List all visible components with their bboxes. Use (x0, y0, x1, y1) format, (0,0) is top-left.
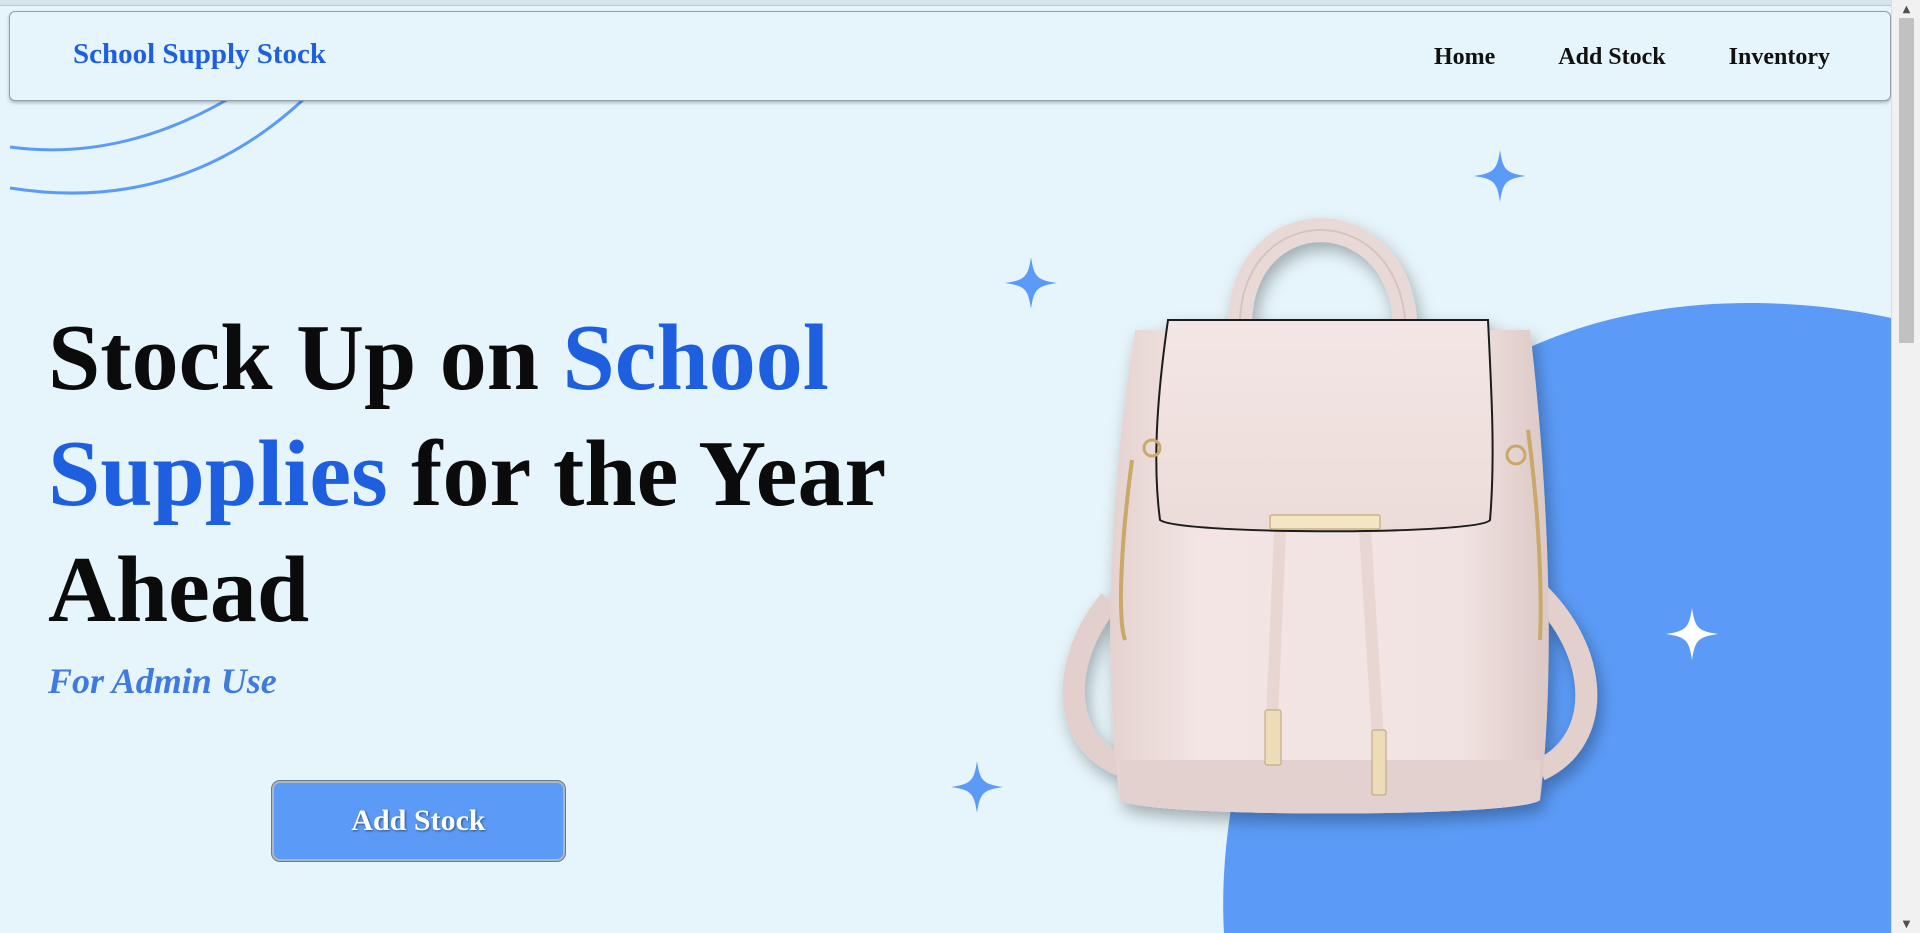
sparkle-icon (1474, 150, 1526, 202)
backpack-image (1062, 218, 1598, 814)
hero-subtitle: For Admin Use (48, 661, 277, 701)
nav-inventory-link[interactable]: Inventory (1729, 44, 1830, 71)
brand-logo-link[interactable]: School Supply Stock (73, 38, 326, 71)
navbar: School Supply Stock Home Add Stock Inven… (9, 11, 1891, 101)
nav-add-stock-link[interactable]: Add Stock (1558, 44, 1665, 71)
nav-links: Home Add Stock Inventory (1434, 44, 1830, 71)
page: School Supply Stock Home Add Stock Inven… (0, 0, 1891, 933)
hero-title-part1: Stock Up on (48, 306, 563, 410)
add-stock-button[interactable]: Add Stock (272, 781, 565, 861)
sparkle-icon (951, 761, 1003, 813)
arc-decoration (9, 96, 231, 152)
vertical-scrollbar[interactable]: ▲ ▼ (1891, 0, 1920, 933)
hero-title: Stock Up on School Supplies for the Year… (48, 300, 948, 648)
scroll-down-icon[interactable]: ▼ (1892, 915, 1920, 933)
scroll-up-icon[interactable]: ▲ (1892, 0, 1920, 18)
arc-decoration (9, 96, 307, 195)
scrollbar-thumb[interactable] (1899, 18, 1914, 343)
nav-home-link[interactable]: Home (1434, 44, 1495, 71)
